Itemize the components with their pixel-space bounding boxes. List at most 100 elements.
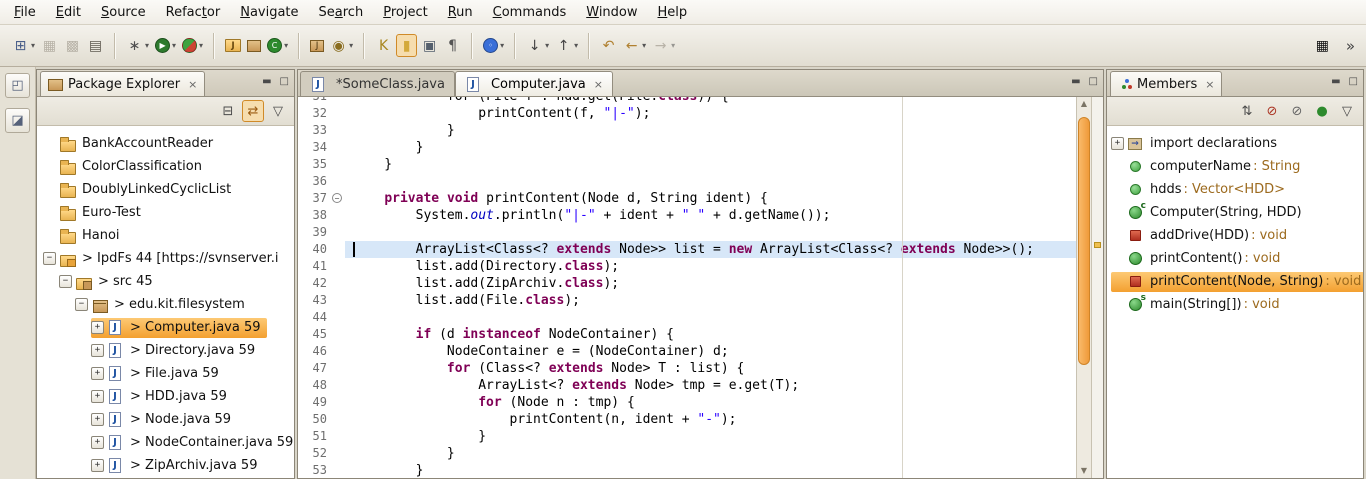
maximize-button[interactable]: □ <box>1349 76 1358 87</box>
scroll-up-arrow-icon[interactable]: ▲ <box>1077 97 1091 111</box>
maximize-button[interactable]: □ <box>1089 76 1098 87</box>
code-text[interactable]: System.out.println("|-" + ident + " " + … <box>345 207 1076 224</box>
dropdown-caret-icon[interactable]: ▾ <box>172 41 176 50</box>
save-button[interactable]: ▦ <box>39 34 60 57</box>
code-text[interactable]: printContent(n, ident + "-"); <box>345 411 1076 428</box>
tree-item[interactable]: BankAccountReader <box>37 132 294 155</box>
tree-item[interactable]: Euro-Test <box>37 201 294 224</box>
dropdown-caret-icon[interactable]: ▾ <box>500 41 504 50</box>
menu-navigate[interactable]: Navigate <box>230 2 308 23</box>
print-button[interactable]: ▤ <box>85 34 106 57</box>
next-annotation-button[interactable]: ↓▾ <box>524 34 551 57</box>
tree-item[interactable]: +J> Directory.java 59 <box>37 339 294 362</box>
member-item[interactable]: hdds : Vector<HDD> <box>1107 178 1363 201</box>
last-edit-location-button[interactable]: ↶ <box>598 34 619 57</box>
close-icon[interactable]: × <box>188 78 197 91</box>
collapse-expander-icon[interactable]: − <box>43 252 56 265</box>
code-text[interactable]: NodeContainer e = (NodeContainer) d; <box>345 343 1076 360</box>
code-text[interactable]: list.add(Directory.class); <box>345 258 1076 275</box>
java-search-button[interactable]: ◉▾ <box>328 34 355 57</box>
code-text[interactable]: ArrayList<? extends Node> tmp = e.get(T)… <box>345 377 1076 394</box>
menu-file[interactable]: File <box>4 2 46 23</box>
dropdown-caret-icon[interactable]: ▾ <box>284 41 288 50</box>
code-text[interactable] <box>345 309 1076 326</box>
save-all-button[interactable]: ▩ <box>62 34 83 57</box>
tree-item[interactable]: Hanoi <box>37 224 294 247</box>
expand-expander-icon[interactable]: + <box>91 367 104 380</box>
new-class-button[interactable]: C▾ <box>265 35 290 56</box>
sort-members-button[interactable]: ⇅ <box>1236 100 1258 122</box>
expand-expander-icon[interactable]: + <box>91 436 104 449</box>
externalize-strings-button[interactable]: K <box>373 34 394 57</box>
forward-button[interactable]: →▾ <box>650 34 677 57</box>
expand-expander-icon[interactable]: + <box>91 390 104 403</box>
mark-occurrences-button[interactable]: ▮ <box>396 34 417 57</box>
back-button[interactable]: ←▾ <box>621 34 648 57</box>
code-text[interactable]: } <box>345 122 1076 139</box>
view-menu-button[interactable]: ▽ <box>1336 100 1358 122</box>
minimize-button[interactable]: ▬ <box>262 76 271 87</box>
dropdown-caret-icon[interactable]: ▾ <box>545 41 549 50</box>
tree-item[interactable]: −> src 45 <box>37 270 294 293</box>
expand-expander-icon[interactable]: + <box>1111 137 1124 150</box>
hide-fields-button[interactable]: ⊘ <box>1261 100 1283 122</box>
menu-refactor[interactable]: Refactor <box>156 2 231 23</box>
menu-window[interactable]: Window <box>576 2 647 23</box>
code-text[interactable]: printContent(f, "|-"); <box>345 105 1076 122</box>
scrollbar-thumb[interactable] <box>1078 117 1090 365</box>
expand-expander-icon[interactable]: + <box>91 344 104 357</box>
dropdown-caret-icon[interactable]: ▾ <box>199 41 203 50</box>
expand-expander-icon[interactable]: + <box>91 413 104 426</box>
member-item[interactable]: printContent() : void <box>1107 247 1363 270</box>
hide-nonpublic-button[interactable]: ● <box>1311 100 1333 122</box>
members-tab[interactable]: Members × <box>1110 71 1222 96</box>
tree-item[interactable]: +J> Node.java 59 <box>37 408 294 431</box>
maximize-button[interactable]: □ <box>280 76 289 87</box>
editor-tab--someclass-java[interactable]: J*SomeClass.java <box>300 71 455 96</box>
dropdown-caret-icon[interactable]: ▾ <box>145 41 149 50</box>
overview-ruler[interactable] <box>1091 97 1103 478</box>
code-text[interactable]: if (d instanceof NodeContainer) { <box>345 326 1076 343</box>
restore-trimmed-view-button[interactable]: ◰ <box>5 73 30 98</box>
code-text[interactable]: } <box>345 445 1076 462</box>
open-web-browser-button[interactable]: ◦▾ <box>481 35 506 56</box>
external-tools-button[interactable]: ∗▾ <box>124 34 151 57</box>
code-text[interactable]: } <box>345 428 1076 445</box>
tree-item[interactable]: ColorClassification <box>37 155 294 178</box>
tree-item[interactable]: +J> NodeContainer.java 59 <box>37 431 294 454</box>
menu-search[interactable]: Search <box>309 2 374 23</box>
view-menu-button[interactable]: ▽ <box>267 100 289 122</box>
code-text[interactable]: for (File f : hdd.get(File.class)) { <box>345 97 1076 105</box>
menu-source[interactable]: Source <box>91 2 156 23</box>
tree-item[interactable]: +J> Computer.java 59 <box>37 316 294 339</box>
code-text[interactable]: for (Class<? extends Node> T : list) { <box>345 360 1076 377</box>
tree-item[interactable]: +J> ZipArchiv.java 59 <box>37 454 294 477</box>
create-jar-button[interactable]: J <box>308 37 326 55</box>
link-with-editor-button[interactable]: ⇄ <box>242 100 264 122</box>
member-item[interactable]: +import declarations <box>1107 132 1363 155</box>
dropdown-caret-icon[interactable]: ▾ <box>31 41 35 50</box>
member-item[interactable]: computerName : String <box>1107 155 1363 178</box>
toolbar-overflow-chevron[interactable]: » <box>1343 37 1358 55</box>
scroll-down-arrow-icon[interactable]: ▼ <box>1077 464 1091 478</box>
menu-run[interactable]: Run <box>438 2 483 23</box>
previous-annotation-button[interactable]: ↑▾ <box>553 34 580 57</box>
tree-item[interactable]: −> IpdFs 44 [https://svnserver.i <box>37 247 294 270</box>
dropdown-caret-icon[interactable]: ▾ <box>671 41 675 50</box>
menu-project[interactable]: Project <box>373 2 438 23</box>
perspective-button[interactable]: ▦ <box>1312 34 1333 57</box>
expand-expander-icon[interactable]: + <box>91 321 104 334</box>
close-icon[interactable]: × <box>1205 78 1214 91</box>
collapse-expander-icon[interactable]: − <box>59 275 72 288</box>
dropdown-caret-icon[interactable]: ▾ <box>349 41 353 50</box>
member-item[interactable]: printContent(Node, String) : void <box>1107 270 1363 293</box>
minimize-button[interactable]: ▬ <box>1331 76 1340 87</box>
menu-commands[interactable]: Commands <box>483 2 577 23</box>
package-explorer-tab[interactable]: Package Explorer × <box>40 71 205 96</box>
tree-item[interactable]: +J> File.java 59 <box>37 362 294 385</box>
code-text[interactable]: list.add(File.class); <box>345 292 1076 309</box>
collapse-fold-icon[interactable]: − <box>332 193 342 203</box>
new-wizard-button[interactable]: ⊞▾ <box>10 34 37 57</box>
code-text[interactable]: } <box>345 139 1076 156</box>
collapse-all-button[interactable]: ⊟ <box>217 100 239 122</box>
